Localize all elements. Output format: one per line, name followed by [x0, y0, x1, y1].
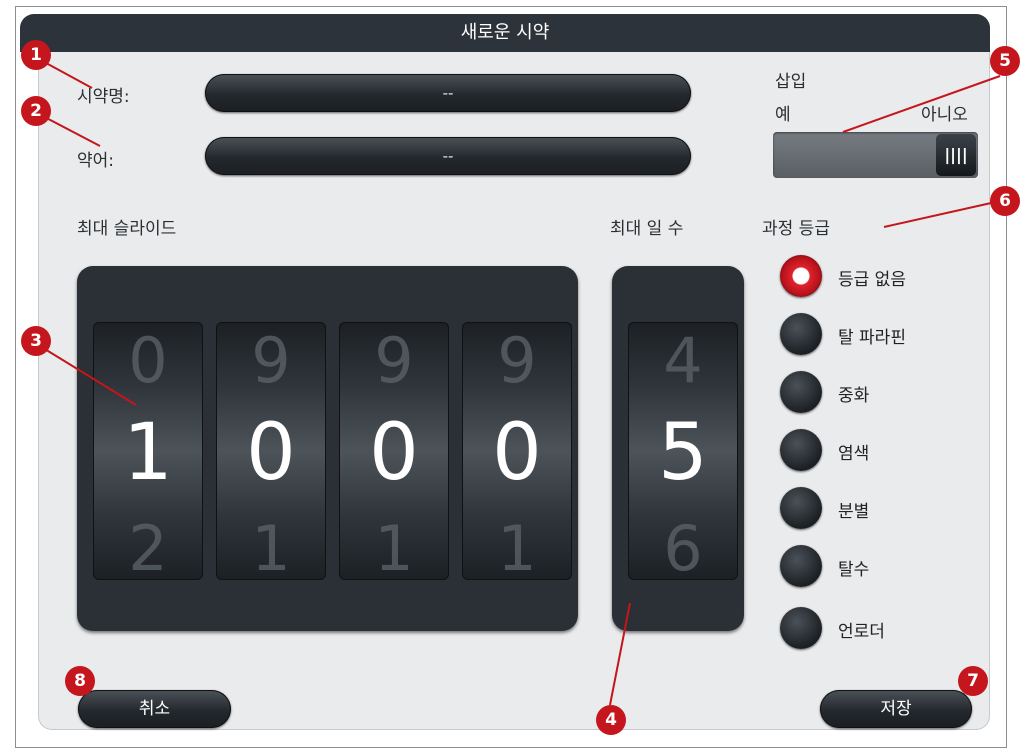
callout-badge: 2	[21, 96, 51, 126]
callout-badge: 7	[958, 666, 988, 696]
callout-badge: 5	[990, 46, 1020, 76]
callout-leader-lines	[34, 56, 1001, 706]
callout-badge: 3	[21, 326, 51, 356]
callout-badge: 6	[990, 186, 1020, 216]
callout-badge: 4	[596, 705, 626, 735]
callout-badge: 1	[21, 40, 51, 70]
callout-badge: 8	[65, 666, 95, 696]
